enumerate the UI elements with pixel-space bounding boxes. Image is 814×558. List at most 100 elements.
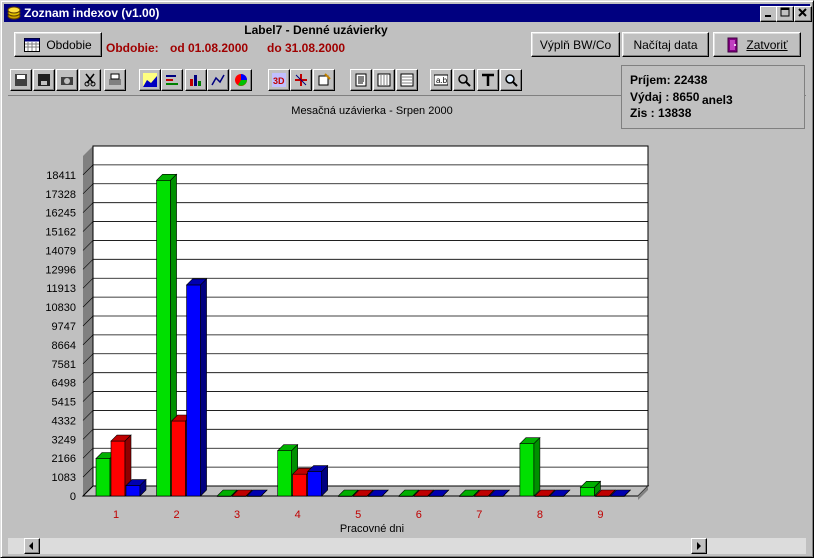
date-to: do 31.08.2000 bbox=[267, 41, 346, 55]
rotate-icon bbox=[295, 74, 307, 86]
grid-horz-icon bbox=[400, 73, 414, 87]
y-tick-label: 6498 bbox=[52, 378, 76, 390]
maximize-button[interactable] bbox=[776, 6, 794, 22]
grid-vert-icon bbox=[377, 73, 391, 87]
scroll-right-button[interactable] bbox=[691, 538, 707, 554]
report-title: Label7 - Denné uzávierky bbox=[244, 23, 388, 37]
obdobie-button-label: Obdobie bbox=[46, 37, 92, 52]
x-tick-label: 8 bbox=[537, 509, 543, 521]
toolbar-3d-button[interactable]: 3D bbox=[268, 69, 290, 91]
app-coins-icon bbox=[7, 6, 21, 20]
y-tick-label: 14079 bbox=[45, 245, 76, 257]
zoom-tool-icon bbox=[458, 74, 471, 87]
y-tick-label: 15162 bbox=[45, 227, 76, 239]
toolbar-magnifier-button[interactable] bbox=[500, 69, 522, 91]
horizontal-scrollbar[interactable] bbox=[8, 538, 806, 554]
load-data-button[interactable]: Načítaj data bbox=[622, 32, 709, 57]
bar bbox=[95, 458, 111, 497]
area-chart-icon bbox=[143, 73, 157, 87]
bar bbox=[110, 440, 126, 497]
scroll-left-button[interactable] bbox=[24, 538, 40, 554]
y-tick-label: 11913 bbox=[46, 283, 76, 295]
y-tick-label: 18411 bbox=[46, 170, 76, 182]
title-icon bbox=[482, 73, 494, 86]
y-tick-label: 3249 bbox=[52, 434, 76, 446]
toolbar-area-chart-button[interactable] bbox=[139, 69, 161, 91]
chart-title: Mesačná uzávierka - Srpen 2000 bbox=[291, 105, 452, 117]
y-tick-label: 2166 bbox=[52, 453, 76, 465]
income-value: Príjem: 22438 bbox=[630, 73, 708, 87]
close-button[interactable]: Zatvoriť bbox=[713, 32, 801, 57]
bar bbox=[186, 284, 201, 497]
camera-icon bbox=[61, 77, 73, 85]
magnifier-icon bbox=[505, 74, 518, 87]
label-icon: a.b bbox=[434, 74, 448, 86]
bar bbox=[125, 485, 141, 497]
x-tick-label: 2 bbox=[173, 509, 179, 521]
bar bbox=[156, 180, 171, 497]
x-axis-label: Pracovné dni bbox=[340, 523, 404, 535]
bar-chart-icon bbox=[190, 75, 201, 86]
y-tick-label: 10830 bbox=[45, 302, 76, 314]
maximize-icon bbox=[780, 7, 790, 17]
3d-icon: 3D bbox=[272, 73, 286, 87]
fill-bw-color-button[interactable]: Výplň BW/Co bbox=[531, 32, 620, 57]
print-icon bbox=[109, 73, 121, 85]
toolbar-print-button[interactable] bbox=[104, 69, 126, 91]
bar-side-face bbox=[200, 278, 207, 497]
toolbar-bar-chart-button[interactable] bbox=[185, 69, 207, 91]
bar bbox=[171, 420, 186, 497]
toolbar-save-button[interactable] bbox=[10, 69, 32, 91]
y-tick-label: 8664 bbox=[52, 340, 76, 352]
x-tick-label: 1 bbox=[113, 509, 119, 521]
fill-button-label: Výplň BW/Co bbox=[539, 37, 612, 52]
toolbar-color-button[interactable] bbox=[313, 69, 335, 91]
toolbar-title-button[interactable] bbox=[477, 69, 499, 91]
x-tick-label: 6 bbox=[416, 509, 422, 521]
close-window-button[interactable] bbox=[794, 6, 812, 22]
toolbar-pie-chart-button[interactable] bbox=[230, 69, 252, 91]
expense-value: Výdaj : 8650 bbox=[630, 90, 700, 104]
y-tick-label: 4332 bbox=[52, 415, 76, 427]
line-chart-icon bbox=[211, 74, 225, 86]
y-tick-label: 17328 bbox=[45, 189, 76, 201]
app-window: Zoznam indexov (v1.00) Obdobie Label7 - … bbox=[0, 0, 814, 558]
toolbar-camera-button[interactable] bbox=[56, 69, 78, 91]
toolbar-rotate-button[interactable] bbox=[290, 69, 312, 91]
bar-side-face bbox=[533, 436, 541, 497]
y-tick-label: 0 bbox=[70, 491, 76, 503]
obdobie-button[interactable]: Obdobie bbox=[14, 32, 102, 57]
door-exit-icon bbox=[727, 37, 738, 52]
chart-panel: Mesačná uzávierka - Srpen 2000 0 1083 2166 3… bbox=[8, 95, 806, 538]
window-title: Zoznam indexov (v1.00) bbox=[24, 6, 160, 20]
y-tick-label: 9747 bbox=[52, 321, 76, 333]
pie-chart-icon bbox=[235, 74, 247, 86]
toolbar-cut-button[interactable] bbox=[79, 69, 101, 91]
toolbar-line-chart-button[interactable] bbox=[207, 69, 229, 91]
disk-icon bbox=[38, 74, 50, 86]
toolbar-disk-button[interactable] bbox=[33, 69, 55, 91]
y-tick-label: 12996 bbox=[45, 264, 76, 276]
x-tick-label: 9 bbox=[597, 509, 603, 521]
bar bbox=[519, 443, 535, 497]
arrow-left-icon bbox=[29, 542, 33, 550]
close-icon bbox=[798, 8, 807, 17]
summary-panel: Príjem: 22438 Výdaj : 8650 anel3 Zis : 1… bbox=[621, 65, 805, 129]
date-from: od 01.08.2000 bbox=[170, 41, 249, 55]
bar bbox=[307, 471, 322, 497]
toolbar-grid-horz-button[interactable] bbox=[396, 69, 418, 91]
toolbar-label-button[interactable]: a.b bbox=[430, 69, 452, 91]
bar bbox=[580, 486, 595, 497]
toolbar-grid-vert-button[interactable] bbox=[373, 69, 395, 91]
close-button-label: Zatvoriť bbox=[746, 37, 788, 52]
text-doc-icon bbox=[355, 73, 367, 87]
x-tick-label: 5 bbox=[355, 509, 361, 521]
stray-label: anel3 bbox=[702, 93, 733, 107]
x-tick-label: 3 bbox=[234, 509, 240, 521]
chart-svg: Mesačná uzávierka - Srpen 2000 0 1083 2166 3… bbox=[45, 105, 650, 535]
toolbar-zoom-tool-button[interactable] bbox=[453, 69, 475, 91]
toolbar-hbar-chart-button[interactable] bbox=[161, 69, 183, 91]
title-bar[interactable]: Zoznam indexov (v1.00) bbox=[4, 4, 812, 22]
toolbar-text-doc-button[interactable] bbox=[350, 69, 372, 91]
bar bbox=[277, 450, 292, 497]
